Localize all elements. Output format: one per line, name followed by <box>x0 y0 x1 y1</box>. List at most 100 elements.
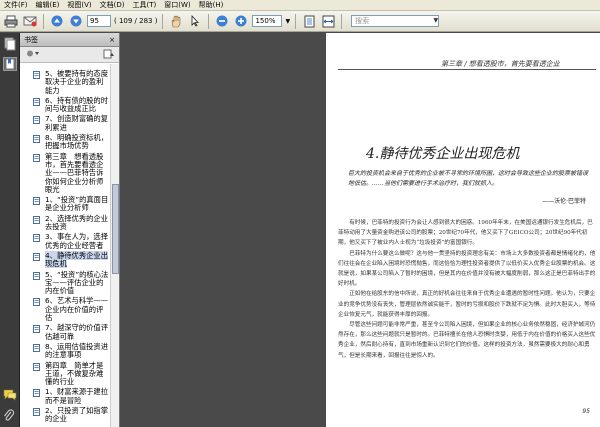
section-title: 4.静待优秀企业出现危机 <box>366 146 520 162</box>
bookmark-item[interactable]: 1、“投资”的真面目是企业分析师 <box>20 195 111 213</box>
bookmark-label: 3、事在人为，选择优秀的企业经营者 <box>45 232 109 250</box>
bookmark-label: 7、越深守的价值评估越可靠 <box>45 323 109 341</box>
bookmark-icon <box>33 97 40 106</box>
select-text-icon[interactable] <box>187 13 203 29</box>
bookmark-item[interactable]: 8、明确投资标机，把握市场优势 <box>20 133 111 151</box>
bookmark-label: 7、创造财富确的复利累进 <box>45 114 109 132</box>
bookmark-label: 2、选择优秀的企业去投资 <box>45 213 109 232</box>
menu-document[interactable]: 文档(D) <box>96 0 129 11</box>
bookmark-icon <box>33 135 40 144</box>
chevron-down-icon[interactable]: ▼ <box>285 18 290 25</box>
print-icon[interactable] <box>3 13 19 29</box>
bookmarks-panel-header: 书签 × <box>20 33 119 47</box>
bookmark-label: 第三章 想看透股市，首先要看透企业——巴菲特告诉你如何企业分析师眼光 <box>45 151 104 194</box>
epigraph-attribution: ——沃伦·巴菲特 <box>542 198 586 205</box>
menu-file[interactable]: 文件(F) <box>0 0 32 11</box>
paragraph: 尽管这些问题可能非常严重，甚至令公司陷入困境，但如果企业的核心业务依然稳固，经济… <box>338 322 596 359</box>
zoom-out-icon[interactable] <box>214 13 230 29</box>
bookmark-label: 8、明确投资标机，把握市场优势 <box>45 133 109 151</box>
bookmarks-scrollbar[interactable] <box>110 64 119 427</box>
menu-tools[interactable]: 工具(T) <box>129 0 161 11</box>
menu-edit[interactable]: 编辑(E) <box>32 0 64 11</box>
search-placeholder: 搜索 <box>355 17 370 25</box>
bookmark-item[interactable]: 第三章 想看透股市，首先要看透企业——巴菲特告诉你如何企业分析师眼光 <box>20 151 111 194</box>
toolbar: 95 ( 109 / 283 ) 150% ▼ 搜索 ▼ <box>0 11 600 32</box>
bookmark-item[interactable]: 第四章 简单才是王道，不做复杂难懂的行业 <box>20 361 111 387</box>
bookmark-icon <box>33 407 40 416</box>
page-number: 95 <box>582 408 590 415</box>
paragraph: 有时候，巴菲特的投资行为会让人感到很大的困惑。1960年年末，在美国运通银行发生… <box>338 220 593 247</box>
paragraph: 正如他在给股东的信中所说，真正的好机会往往来自于优秀企业遭遇的暂时性问题。他认为… <box>338 291 596 318</box>
bookmark-label: 1、“投资”的真面目是企业分析师 <box>45 195 109 213</box>
fit-width-icon[interactable] <box>320 13 336 29</box>
navigation-pane-strip <box>0 33 20 427</box>
bookmark-icon <box>33 362 40 371</box>
bookmark-icon <box>33 271 40 280</box>
bookmark-label: 1、财富来源于建拉而不是冒险 <box>45 387 109 405</box>
bookmark-label: 5、被要持有的态度取决于企业的盈利能力 <box>45 69 109 95</box>
bookmark-item[interactable]: 5、“投资”的核心法宝——评估企业的内在价值 <box>20 269 111 296</box>
toolbar-separator <box>162 13 164 29</box>
bookmark-icon <box>33 343 40 352</box>
fit-page-icon[interactable] <box>301 13 317 29</box>
bookmark-list: 5、被要持有的态度取决于企业的盈利能力 6、持有债的股的时间与收益成正比 7、创造财… <box>20 64 111 427</box>
bookmark-label: 2、只投资了如指掌的企业 <box>45 405 109 424</box>
page-number-input[interactable]: 95 <box>87 15 111 27</box>
options-icon[interactable] <box>26 49 40 60</box>
body-text: 有时候，巴菲特的投资行为会让人感到很大的困惑。1960年年末，在美国运通银行发生… <box>338 218 596 361</box>
bookmark-item[interactable]: 6、艺术与科学——企业内在价值的评估 <box>20 297 111 322</box>
comments-icon[interactable] <box>3 389 17 403</box>
bookmark-icon <box>33 252 40 261</box>
bookmark-item[interactable]: 4、静待优秀企业出现危机 <box>20 250 111 269</box>
chevron-down-icon[interactable]: ▼ <box>433 16 438 26</box>
pages-panel-icon[interactable] <box>3 37 17 51</box>
bookmark-icon <box>33 153 40 162</box>
scrollbar-thumb[interactable] <box>112 184 119 274</box>
zoom-in-icon[interactable] <box>233 13 249 29</box>
search-input[interactable]: 搜索 ▼ <box>351 15 440 27</box>
previous-page-icon[interactable] <box>49 13 65 29</box>
bookmark-icon <box>33 116 40 125</box>
bookmarks-title: 书签 <box>24 36 38 44</box>
hand-tool-icon[interactable] <box>168 13 184 29</box>
toolbar-separator <box>208 13 210 29</box>
bookmark-label: 5、“投资”的核心法宝——评估企业的内在价值 <box>45 269 109 296</box>
zoom-level-select[interactable]: 150% <box>252 15 283 27</box>
menu-view[interactable]: 视图(V) <box>63 0 95 11</box>
menu-window[interactable]: 窗口(W) <box>160 0 194 11</box>
bookmark-icon <box>33 215 40 224</box>
email-icon[interactable] <box>22 13 38 29</box>
bookmark-item[interactable]: 6、持有债的股的时间与收益成正比 <box>20 95 111 114</box>
bookmark-label: 4、静待优秀企业出现危机 <box>45 250 109 269</box>
bookmark-item[interactable]: 1、财富来源于建拉而不是冒险 <box>20 388 111 405</box>
bookmark-icon <box>33 71 40 79</box>
bookmark-icon <box>33 298 40 307</box>
attachments-icon[interactable] <box>3 409 17 423</box>
epigraph-quote: 巨大的投资机会来自于优秀的企业被不寻常的环境所困，这时会导致这些企业的股票被错误… <box>348 170 589 187</box>
menu-help[interactable]: 帮助(H) <box>195 0 228 11</box>
bookmark-icon <box>33 234 40 243</box>
new-bookmark-icon[interactable] <box>103 49 115 61</box>
bookmark-item[interactable]: 7、越深守的价值评估越可靠 <box>20 324 111 341</box>
bookmark-item[interactable]: 8、运用估值投资进的注意事项 <box>20 341 111 360</box>
header-rule <box>338 69 596 70</box>
bookmark-icon <box>33 325 40 334</box>
toolbar-separator <box>295 13 297 29</box>
pdf-page: 第三章 / 想看透股市，首先要看透企业 4.静待优秀企业出现危机 巨大的投资机会… <box>326 33 600 427</box>
bookmark-item[interactable]: 2、选择优秀的企业去投资 <box>20 213 111 232</box>
bookmark-item[interactable]: 7、创造财富确的复利累进 <box>20 115 111 132</box>
bookmark-label: 6、持有债的股的时间与收益成正比 <box>45 95 109 114</box>
menu-bar: 文件(F) 编辑(E) 视图(V) 文档(D) 工具(T) 窗口(W) 帮助(H… <box>0 0 600 11</box>
close-icon[interactable]: × <box>109 33 115 46</box>
next-page-icon[interactable] <box>68 13 84 29</box>
bookmark-item[interactable]: 5、被要持有的态度取决于企业的盈利能力 <box>20 69 111 95</box>
toolbar-separator <box>341 13 343 29</box>
bookmarks-panel-icon[interactable] <box>3 57 17 71</box>
bookmark-icon <box>33 197 40 206</box>
bookmark-item[interactable]: 3、事在人为，选择优秀的企业经营者 <box>20 233 111 250</box>
page-count: ( 109 / 283 ) <box>114 17 158 25</box>
running-head: 第三章 / 想看透股市，首先要看透企业 <box>441 60 560 68</box>
bookmark-label: 8、运用估值投资进的注意事项 <box>45 341 109 360</box>
bookmark-item[interactable]: 2、只投资了如指掌的企业 <box>20 405 111 424</box>
document-viewer[interactable]: 第三章 / 想看透股市，首先要看透企业 4.静待优秀企业出现危机 巨大的投资机会… <box>121 33 600 427</box>
